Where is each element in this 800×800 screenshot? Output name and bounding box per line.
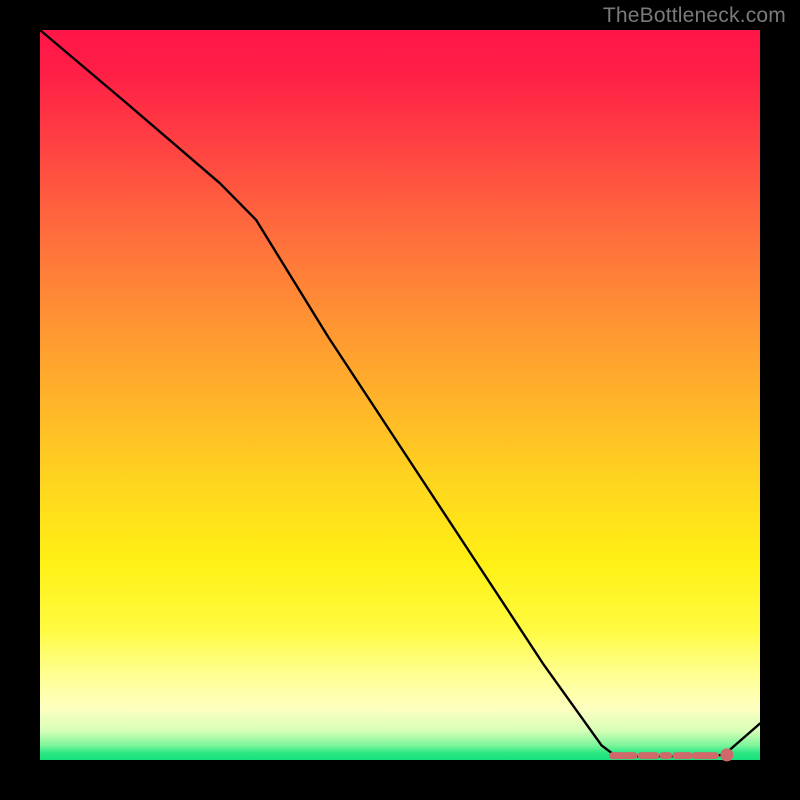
chart-line — [40, 30, 760, 756]
chart-frame: TheBottleneck.com — [0, 0, 800, 800]
attribution-label: TheBottleneck.com — [603, 4, 786, 28]
plot-area — [40, 30, 760, 760]
chart-svg — [40, 30, 760, 760]
end-dot-marker — [720, 748, 733, 761]
